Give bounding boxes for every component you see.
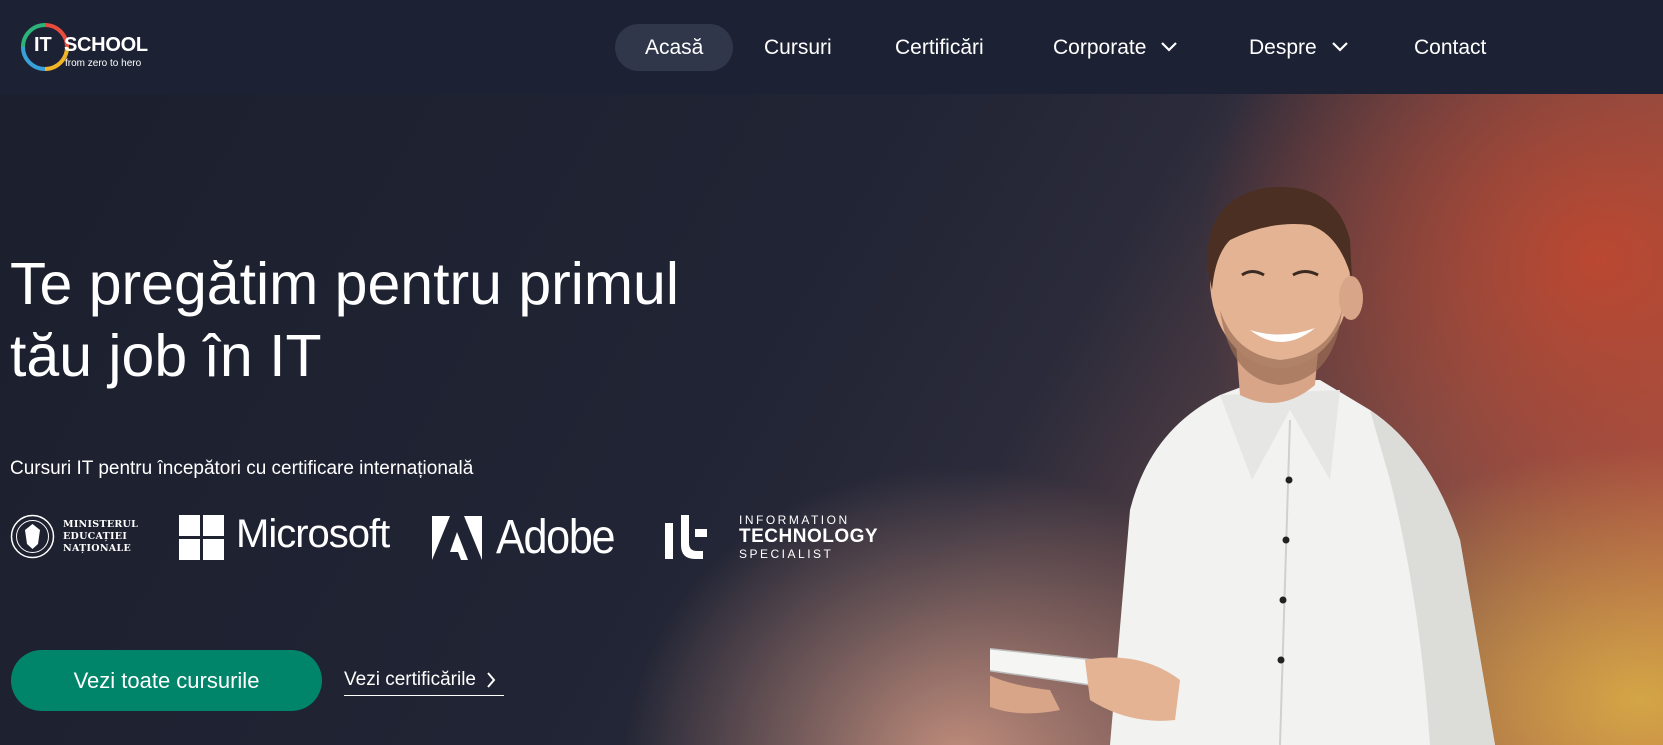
adobe-text: Adobe [496,511,616,564]
nav-item-label: Certificări [895,36,984,59]
nav-item-label: Acasă [645,36,704,59]
hero-title-line2: tău job în IT [10,323,322,389]
nav-item-acasa[interactable]: Acasă [615,24,734,71]
nav-item-corporate[interactable]: Corporate [1053,24,1178,71]
nav-item-label: Corporate [1053,36,1147,59]
logo-it-text: IT [34,34,52,56]
men-logo-text: MINISTERUL EDUCAȚIEI NAȚIONALE [63,519,138,555]
men-line3: NAȚIONALE [63,543,131,554]
nav-item-certificari[interactable]: Certificări [895,24,984,71]
partner-logos: MINISTERUL EDUCAȚIEI NAȚIONALE Microsoft… [10,510,890,564]
hero-person-image [990,187,1495,745]
chevron-down-icon [1331,42,1348,52]
nav-item-cursuri[interactable]: Cursuri [764,24,832,71]
microsoft-text: Microsoft [236,512,390,556]
nav-item-despre[interactable]: Despre [1249,24,1349,71]
logo-tagline: from zero to hero [65,58,142,69]
microsoft-logo: Microsoft [179,510,399,562]
view-all-courses-button[interactable]: Vezi toate cursurile [11,650,322,711]
site-header: IT SCHOOL from zero to hero Acasă Cursur… [0,0,1663,94]
its-mark-icon [665,515,707,559]
adobe-icon [432,516,482,560]
nav-item-label: Despre [1249,36,1317,59]
nav-item-label: Cursuri [764,36,832,59]
hero-title: Te pregătim pentru primul tău job în IT [10,248,770,392]
chevron-right-icon [487,671,496,688]
hero-subtitle: Cursuri IT pentru începători cu certific… [10,458,474,479]
itschool-logo[interactable]: IT SCHOOL from zero to hero [20,22,180,74]
men-line2: EDUCAȚIEI [63,531,128,542]
men-logo: MINISTERUL EDUCAȚIEI NAȚIONALE [10,510,140,562]
adobe-logo: Adobe [432,510,632,564]
microsoft-windows-icon [179,515,224,560]
chevron-down-icon [1161,42,1178,52]
its-line3: SPECIALIST [739,547,834,561]
hero-title-line1: Te pregătim pentru primul [10,251,679,317]
view-certifications-link[interactable]: Vezi certificările [344,664,504,696]
nav-item-contact[interactable]: Contact [1414,24,1486,71]
its-line2: TECHNOLOGY [739,526,879,547]
nav-item-label: Contact [1414,36,1487,59]
its-logo: INFORMATION TECHNOLOGY SPECIALIST [665,510,895,562]
its-line1: INFORMATION [739,513,850,527]
its-text: INFORMATION TECHNOLOGY SPECIALIST [739,513,878,561]
logo-school-text: SCHOOL [64,34,148,56]
view-certifications-label: Vezi certificările [344,668,476,690]
men-seal-icon [10,514,55,559]
men-line1: MINISTERUL [63,519,139,530]
